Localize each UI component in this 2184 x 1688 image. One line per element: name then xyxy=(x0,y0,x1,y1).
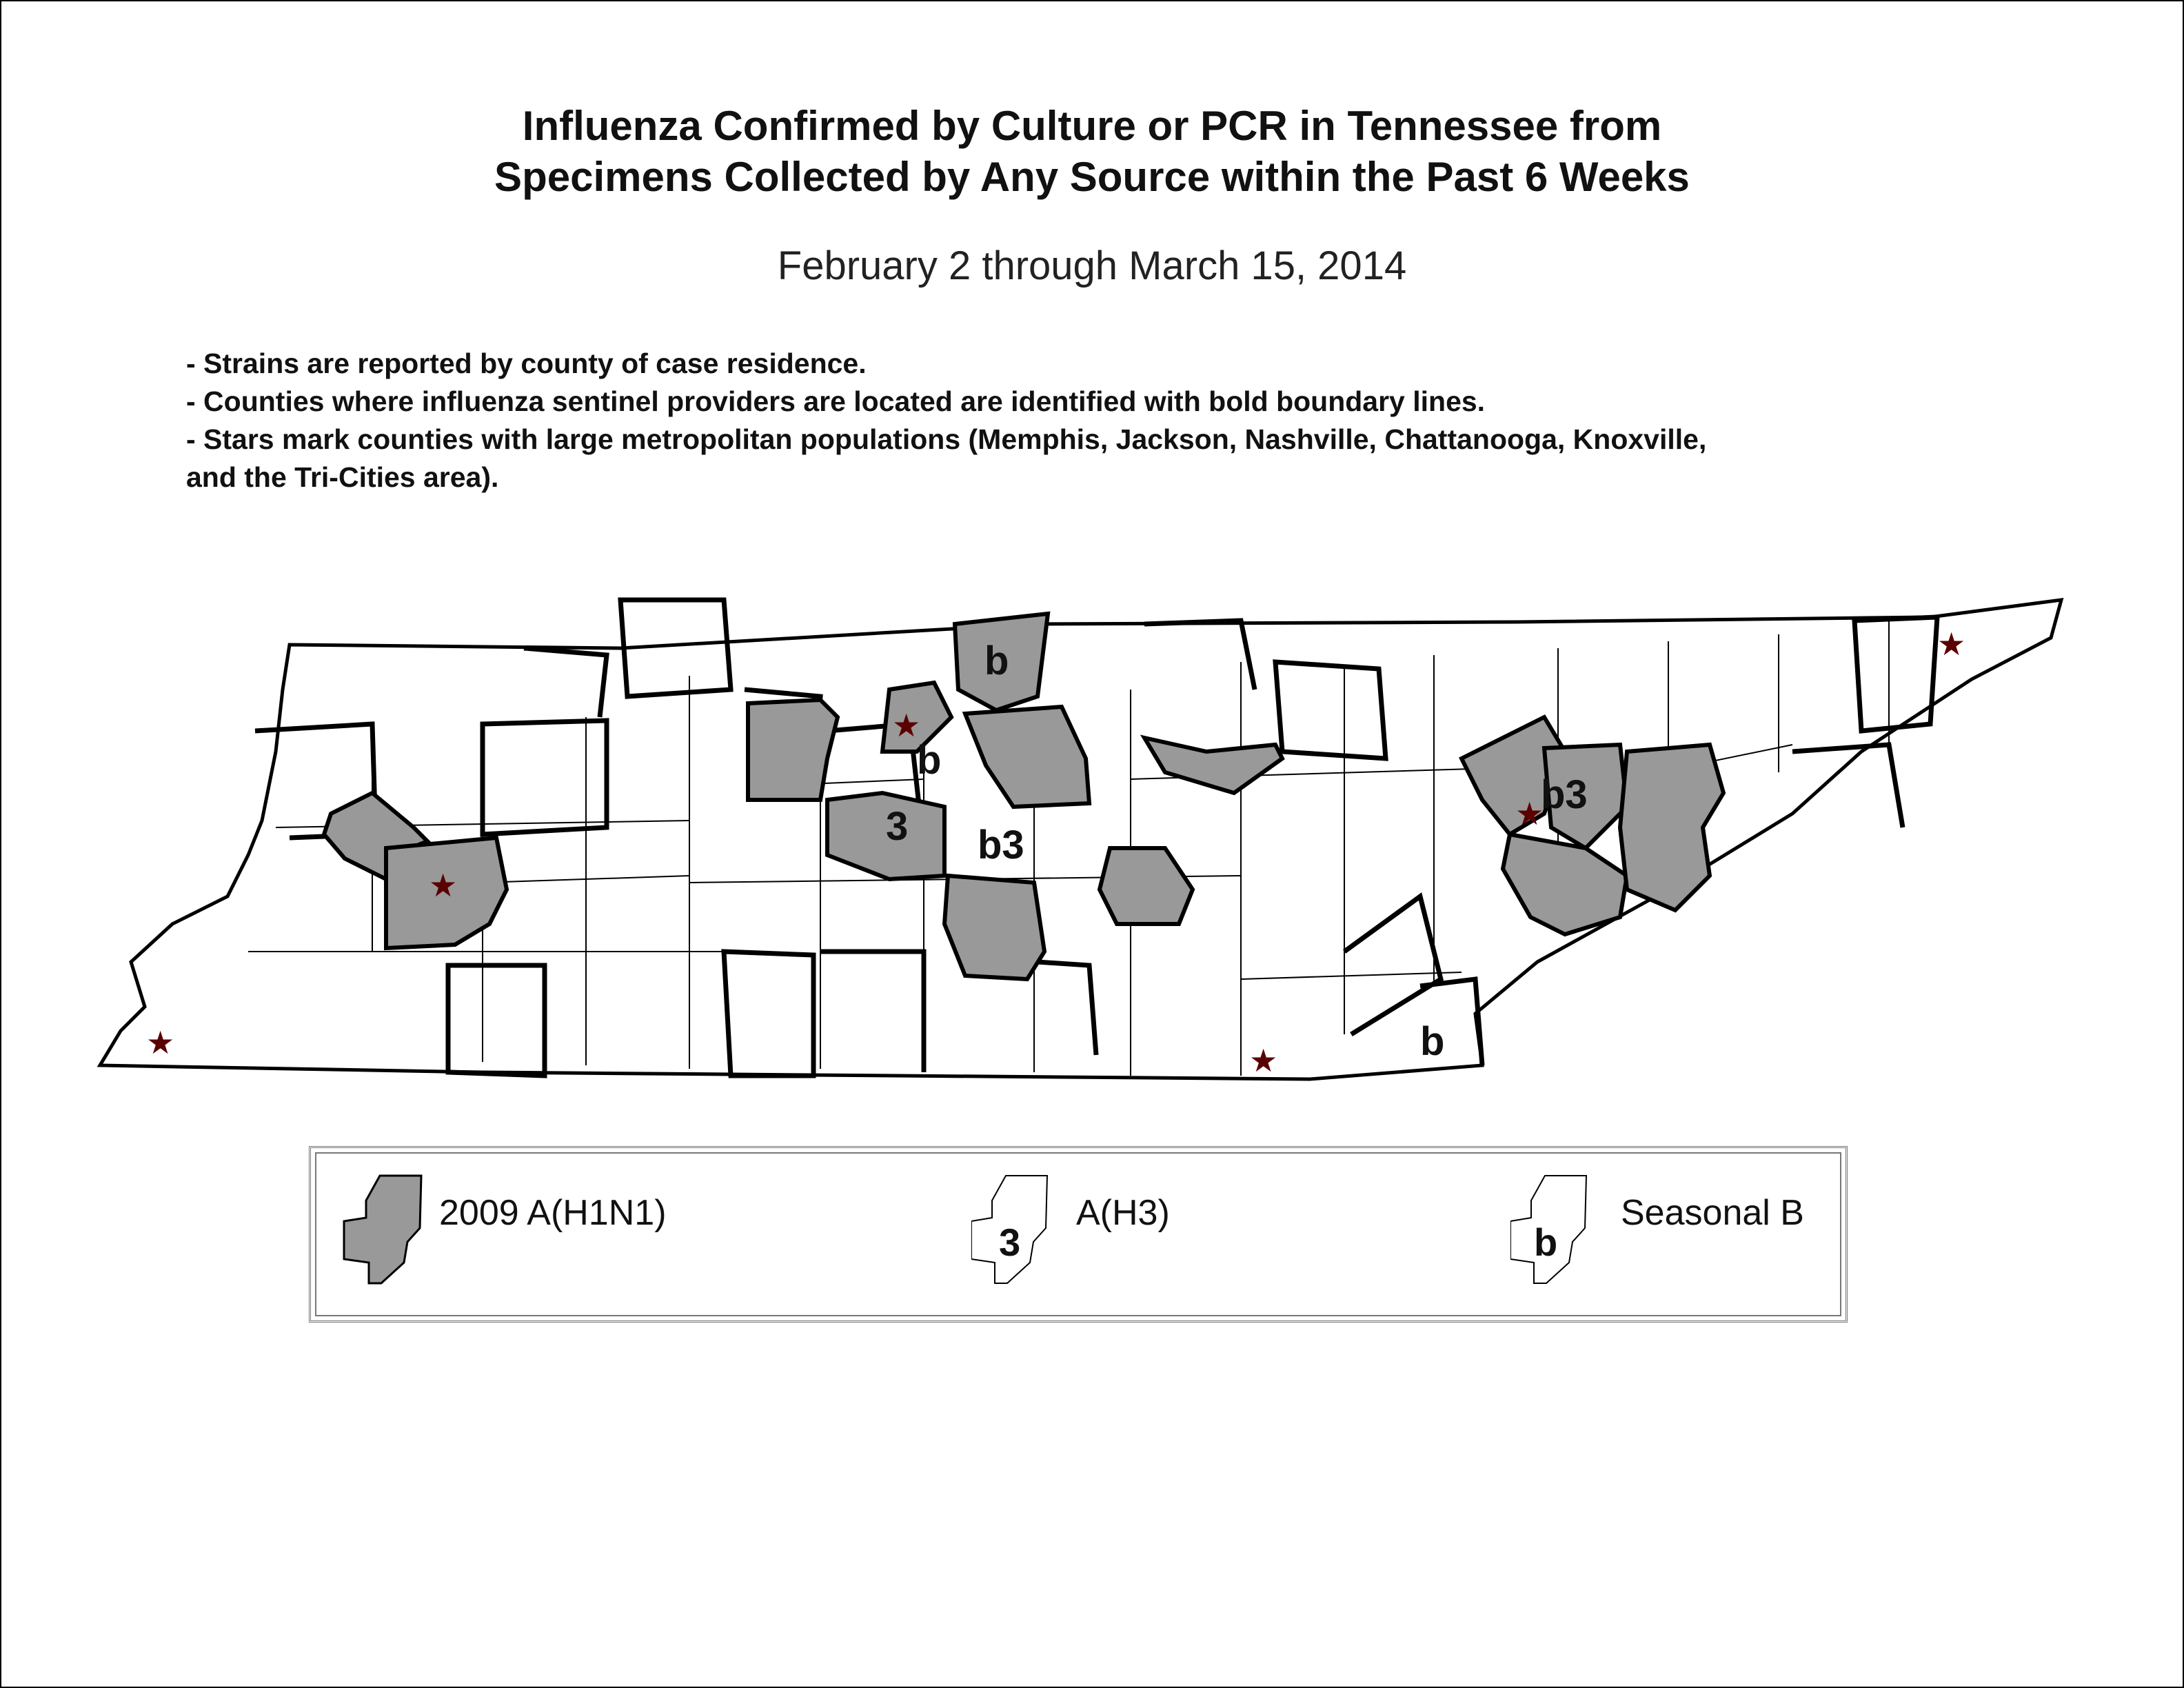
star-knoxville: ★ xyxy=(1515,795,1544,832)
legend-label-seasonal-b: Seasonal B xyxy=(1621,1193,1804,1233)
h1n1-legend-swatch xyxy=(343,1174,423,1285)
legend-box: 2009 A(H1N1) 3 A(H3) b Seasonal B xyxy=(309,1146,1848,1323)
legend-label-h3: A(H3) xyxy=(1076,1193,1170,1233)
strain-label-b3-knox: b3 xyxy=(1541,772,1588,817)
strain-label-b-south: b xyxy=(1420,1019,1444,1064)
h3-legend-symbol: 3 xyxy=(999,1220,1020,1264)
h3-legend-swatch: 3 xyxy=(971,1175,1049,1284)
strain-label-3-dickson: 3 xyxy=(886,804,908,849)
h1n1-county-maury xyxy=(942,873,1047,982)
star-memphis: ★ xyxy=(146,1024,174,1061)
strain-label-b-north: b xyxy=(984,639,1009,683)
star-chattanooga: ★ xyxy=(1249,1042,1277,1079)
star-tri-cities: ★ xyxy=(1937,625,1965,663)
strain-label-b-davidson: b xyxy=(917,738,941,783)
star-nashville: ★ xyxy=(892,707,920,744)
seasonal-b-legend-symbol: b xyxy=(1534,1220,1557,1264)
seasonal-b-legend-swatch: b xyxy=(1510,1175,1588,1284)
star-jackson: ★ xyxy=(429,867,457,904)
legend-inner-frame xyxy=(315,1152,1841,1316)
legend-label-h1n1: 2009 A(H1N1) xyxy=(439,1193,667,1233)
strain-label-b3-maury: b3 xyxy=(978,823,1024,867)
tennessee-county-map: b b 3 b3 b3 b ★ ★ ★ ★ ★ ★ xyxy=(97,597,2064,1081)
h1n1-county-montgomery xyxy=(746,697,840,802)
